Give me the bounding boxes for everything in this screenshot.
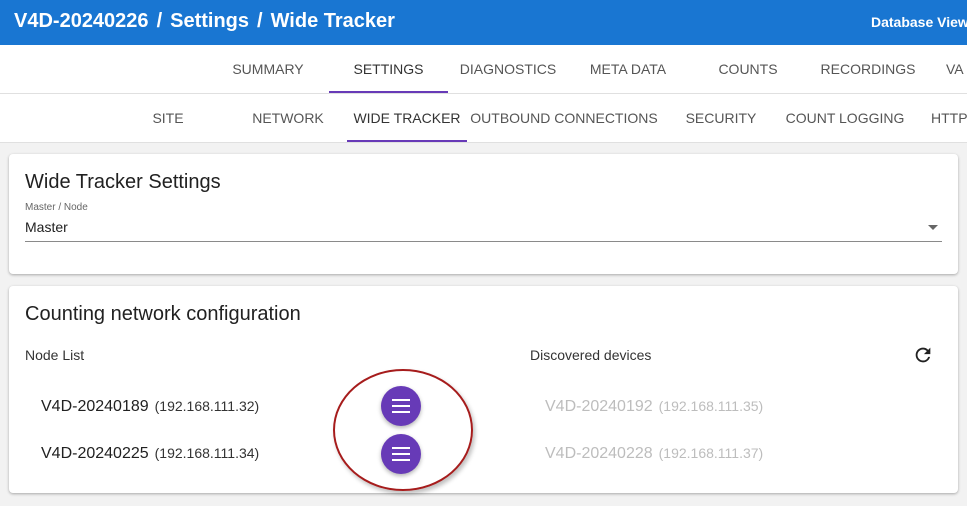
- tab-wide-tracker[interactable]: WIDE TRACKER: [347, 94, 467, 142]
- node-menu-button[interactable]: [381, 434, 421, 474]
- settings-tabs: SITE NETWORK WIDE TRACKER OUTBOUND CONNE…: [0, 94, 967, 143]
- breadcrumb-settings[interactable]: Settings: [170, 10, 249, 32]
- card-title: Counting network configuration: [25, 303, 301, 325]
- master-node-select[interactable]: Master: [25, 214, 942, 242]
- node-name: V4D-20240189: [41, 398, 149, 415]
- main-tabs: SUMMARY SETTINGS DIAGNOSTICS META DATA C…: [0, 45, 967, 94]
- dropdown-arrow-icon: [928, 225, 938, 230]
- device-ip: (192.168.111.37): [658, 445, 764, 461]
- node-list-label: Node List: [25, 347, 85, 363]
- counting-network-card: Counting network configuration Node List…: [9, 286, 958, 493]
- wide-tracker-settings-card: Wide Tracker Settings Master / Node Mast…: [9, 154, 958, 274]
- node-list-item: V4D-20240189 (192.168.111.32): [41, 398, 259, 422]
- breadcrumb-current: Wide Tracker: [270, 10, 395, 32]
- database-view-button[interactable]: Database View: [871, 14, 967, 30]
- breadcrumb-separator: /: [156, 10, 163, 32]
- tab-site[interactable]: SITE: [112, 94, 224, 142]
- device-name: V4D-20240192: [545, 398, 653, 415]
- tab-summary[interactable]: SUMMARY: [212, 45, 324, 93]
- device-name: V4D-20240228: [545, 445, 653, 462]
- node-ip: (192.168.111.34): [154, 445, 260, 461]
- device-ip: (192.168.111.35): [658, 398, 764, 414]
- tab-meta-data[interactable]: META DATA: [572, 45, 684, 93]
- tab-security[interactable]: SECURITY: [665, 94, 777, 142]
- tab-va[interactable]: VA: [946, 45, 967, 93]
- discovered-devices-label: Discovered devices: [530, 347, 652, 363]
- page-title: V4D-20240226 / Settings / Wide Tracker: [14, 10, 395, 33]
- breadcrumb-separator: /: [257, 10, 263, 32]
- breadcrumb-device[interactable]: V4D-20240226: [14, 10, 149, 32]
- tab-recordings[interactable]: RECORDINGS: [812, 45, 924, 93]
- node-name: V4D-20240225: [41, 445, 149, 462]
- node-list-item: V4D-20240225 (192.168.111.34): [41, 445, 259, 469]
- tab-http[interactable]: HTTP: [931, 94, 967, 142]
- discovered-device-item[interactable]: V4D-20240192 (192.168.111.35): [545, 398, 763, 422]
- tab-outbound-connections[interactable]: OUTBOUND CONNECTIONS: [470, 94, 658, 142]
- app-header: V4D-20240226 / Settings / Wide Tracker Datab…: [0, 0, 967, 45]
- master-node-label: Master / Node: [25, 202, 88, 213]
- discovered-device-item[interactable]: V4D-20240228 (192.168.111.37): [545, 445, 763, 469]
- card-title: Wide Tracker Settings: [25, 171, 221, 193]
- tab-network[interactable]: NETWORK: [232, 94, 344, 142]
- node-ip: (192.168.111.32): [154, 398, 260, 414]
- refresh-icon[interactable]: [912, 344, 934, 366]
- tab-diagnostics[interactable]: DIAGNOSTICS: [452, 45, 564, 93]
- master-node-value: Master: [25, 219, 68, 235]
- tab-settings[interactable]: SETTINGS: [329, 45, 448, 93]
- node-menu-button[interactable]: [381, 386, 421, 426]
- tab-count-logging[interactable]: COUNT LOGGING: [785, 94, 905, 142]
- tab-counts[interactable]: COUNTS: [692, 45, 804, 93]
